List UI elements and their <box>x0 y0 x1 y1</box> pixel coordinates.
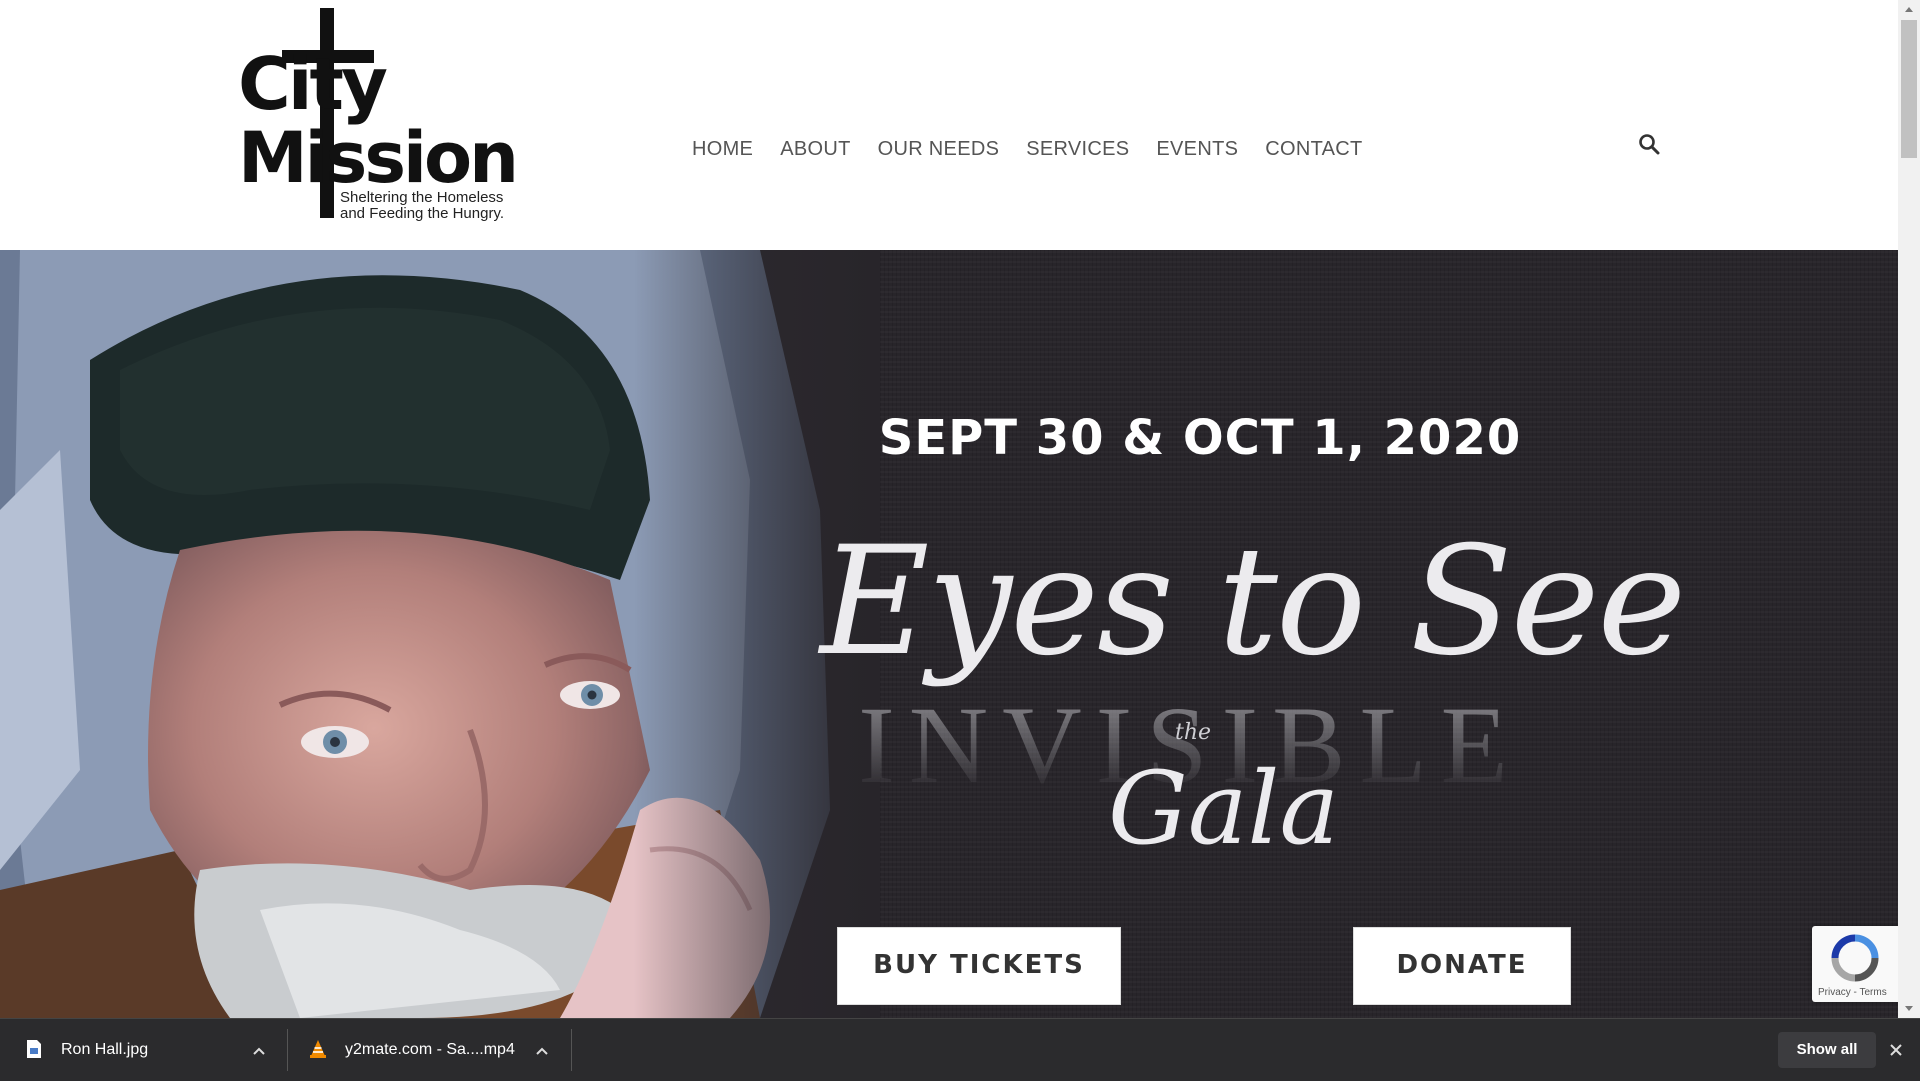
chevron-up-icon[interactable] <box>252 1046 266 1056</box>
search-icon[interactable] <box>1638 133 1660 155</box>
scroll-up-icon[interactable] <box>1898 0 1920 20</box>
logo-tagline-2: and Feeding the Hungry. <box>340 205 504 222</box>
logo-word-city: City <box>238 42 388 126</box>
nav-about[interactable]: ABOUT <box>780 138 850 161</box>
nav-services[interactable]: SERVICES <box>1026 138 1129 161</box>
show-all-button[interactable]: Show all <box>1778 1032 1876 1068</box>
download-bar: Ron Hall.jpg y2mate.com - Sa....mp4 Show… <box>0 1018 1920 1081</box>
buy-tickets-button[interactable]: BUY TICKETS <box>837 927 1121 1005</box>
title-gala: Gala <box>1108 750 1340 867</box>
logo-tagline-1: Sheltering the Homeless <box>340 189 504 206</box>
logo-tagline: Sheltering the Homeless and Feeding the … <box>340 190 504 222</box>
page-scrollbar[interactable] <box>1898 0 1920 1018</box>
donate-button[interactable]: DONATE <box>1353 927 1571 1005</box>
city-mission-logo[interactable]: City Mission Sheltering the Homeless and… <box>238 8 538 228</box>
vlc-cone-icon <box>310 1040 326 1058</box>
main-nav: HOME ABOUT OUR NEEDS SERVICES EVENTS CON… <box>692 138 1390 161</box>
image-file-icon <box>27 1040 41 1058</box>
download-item[interactable]: y2mate.com - Sa....mp4 <box>288 1019 571 1081</box>
recaptcha-terms[interactable]: Privacy - Terms <box>1818 987 1887 998</box>
close-icon[interactable] <box>1888 1042 1904 1058</box>
hero-banner: SEPT 30 & OCT 1, 2020 INVISIBLE Eyes to … <box>0 250 1898 1018</box>
download-item[interactable]: Ron Hall.jpg <box>0 1019 288 1081</box>
title-the: the <box>1175 720 1212 745</box>
homeless-man-painting <box>0 250 880 1018</box>
download-filename: Ron Hall.jpg <box>61 1041 149 1058</box>
recaptcha-badge[interactable]: Privacy - Terms <box>1812 926 1898 1002</box>
event-date: SEPT 30 & OCT 1, 2020 <box>878 410 1522 466</box>
chevron-up-icon[interactable] <box>535 1046 549 1056</box>
scroll-down-icon[interactable] <box>1898 998 1920 1018</box>
download-filename: y2mate.com - Sa....mp4 <box>345 1041 515 1058</box>
site-header: City Mission Sheltering the Homeless and… <box>0 0 1898 250</box>
recaptcha-icon <box>1831 934 1879 982</box>
download-separator <box>571 1029 572 1071</box>
logo-word-mission: Mission <box>238 117 519 199</box>
nav-home[interactable]: HOME <box>692 138 753 161</box>
scroll-thumb[interactable] <box>1901 20 1917 158</box>
title-eyes-to-see: Eyes to See <box>820 515 1686 689</box>
nav-events[interactable]: EVENTS <box>1156 138 1238 161</box>
nav-our-needs[interactable]: OUR NEEDS <box>878 138 1000 161</box>
nav-contact[interactable]: CONTACT <box>1265 138 1362 161</box>
